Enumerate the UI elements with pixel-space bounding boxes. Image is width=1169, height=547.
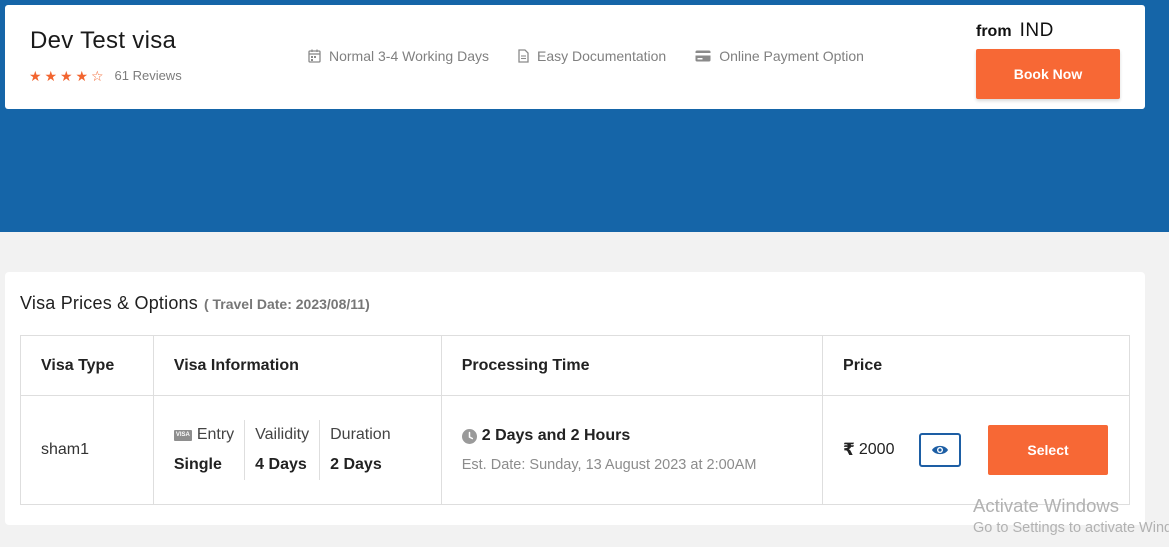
credit-card-icon <box>695 50 711 62</box>
processing-time: 2 Days and 2 Hours <box>481 427 631 444</box>
calendar-icon <box>308 49 321 63</box>
visa-options-card: Visa Prices & Options ( Travel Date: 202… <box>5 272 1145 525</box>
table-header-row: Visa Type Visa Information Processing Ti… <box>20 335 1130 396</box>
visa-card-icon: VISA <box>173 429 192 441</box>
watermark-subtitle: Go to Settings to activate Windows. <box>973 520 1169 536</box>
options-heading: Visa Prices & Options ( Travel Date: 202… <box>20 293 370 314</box>
info-value: 2 Days <box>330 456 382 473</box>
feature-label: Normal 3-4 Working Days <box>329 48 490 64</box>
reviews-count: 61 Reviews <box>114 68 182 83</box>
book-now-button[interactable]: Book Now <box>976 49 1120 99</box>
price-cell: ₹ 2000 Select <box>822 395 1130 505</box>
info-entry: VISA Entry Single <box>173 420 244 480</box>
feature-payment: Online Payment Option <box>695 48 864 64</box>
star-empty-icon: ☆ <box>91 67 104 84</box>
info-value: Single <box>173 456 222 473</box>
options-title: Visa Prices & Options <box>20 293 198 313</box>
column-header-visa-information: Visa Information <box>152 335 442 396</box>
column-header-processing-time: Processing Time <box>440 335 824 396</box>
document-icon <box>518 49 529 63</box>
info-value: 4 Days <box>255 456 307 473</box>
visa-info: VISA Entry Single Vailidity 4 Days Durat… <box>173 420 441 480</box>
feature-label: Online Payment Option <box>719 48 864 64</box>
feature-list: Normal 3-4 Working Days Easy Documentati… <box>308 48 893 64</box>
star-filled-icon: ★ <box>75 67 89 84</box>
select-button[interactable]: Select <box>988 425 1109 475</box>
windows-activation-watermark: Activate Windows Go to Settings to activ… <box>973 495 1169 536</box>
from-currency: IND <box>1019 20 1054 41</box>
visa-info-cell: VISA Entry Single Vailidity 4 Days Durat… <box>152 395 442 505</box>
price-from: from IND <box>976 20 1054 42</box>
info-label: Duration <box>330 426 391 443</box>
star-filled-icon: ★ <box>29 67 42 84</box>
clock-icon <box>461 428 477 444</box>
table-row: sham1 VISA Entry Single Vailidity 4 Days… <box>20 395 1130 505</box>
estimated-date: Est. Date: Sunday, 13 August 2023 at 2:0… <box>461 457 757 473</box>
rupee-icon: ₹ <box>843 440 855 459</box>
eye-icon <box>932 445 949 455</box>
feature-processing: Normal 3-4 Working Days <box>308 48 489 64</box>
star-rating: ★ ★ ★ ★ ☆ <box>29 69 106 83</box>
feature-label: Easy Documentation <box>537 48 667 64</box>
processing-cell: 2 Days and 2 Hours Est. Date: Sunday, 13… <box>440 395 824 505</box>
info-duration: Duration 2 Days <box>319 420 400 480</box>
visa-type-cell: sham1 <box>20 395 154 505</box>
feature-documentation: Easy Documentation <box>518 48 666 64</box>
star-filled-icon: ★ <box>44 67 58 84</box>
star-filled-icon: ★ <box>60 67 73 84</box>
travel-date: ( Travel Date: 2023/08/11) <box>203 296 370 312</box>
price: ₹ 2000 <box>843 440 919 460</box>
visa-title: Dev Test visa <box>30 27 177 54</box>
visa-header-card: Dev Test visa ★ ★ ★ ★ ☆ 61 Reviews Norma… <box>5 5 1145 109</box>
column-header-price: Price <box>822 335 1130 396</box>
watermark-title: Activate Windows <box>973 495 1119 516</box>
info-validity: Vailidity 4 Days <box>244 420 319 480</box>
info-label: Entry <box>196 426 235 443</box>
info-label: Vailidity <box>255 426 310 443</box>
visa-options-table: Visa Type Visa Information Processing Ti… <box>20 335 1130 505</box>
price-value: 2000 <box>858 441 895 458</box>
from-label: from <box>976 23 1012 40</box>
view-details-button[interactable] <box>919 433 962 467</box>
column-header-visa-type: Visa Type <box>20 335 154 396</box>
rating: ★ ★ ★ ★ ☆ 61 Reviews <box>29 68 182 83</box>
